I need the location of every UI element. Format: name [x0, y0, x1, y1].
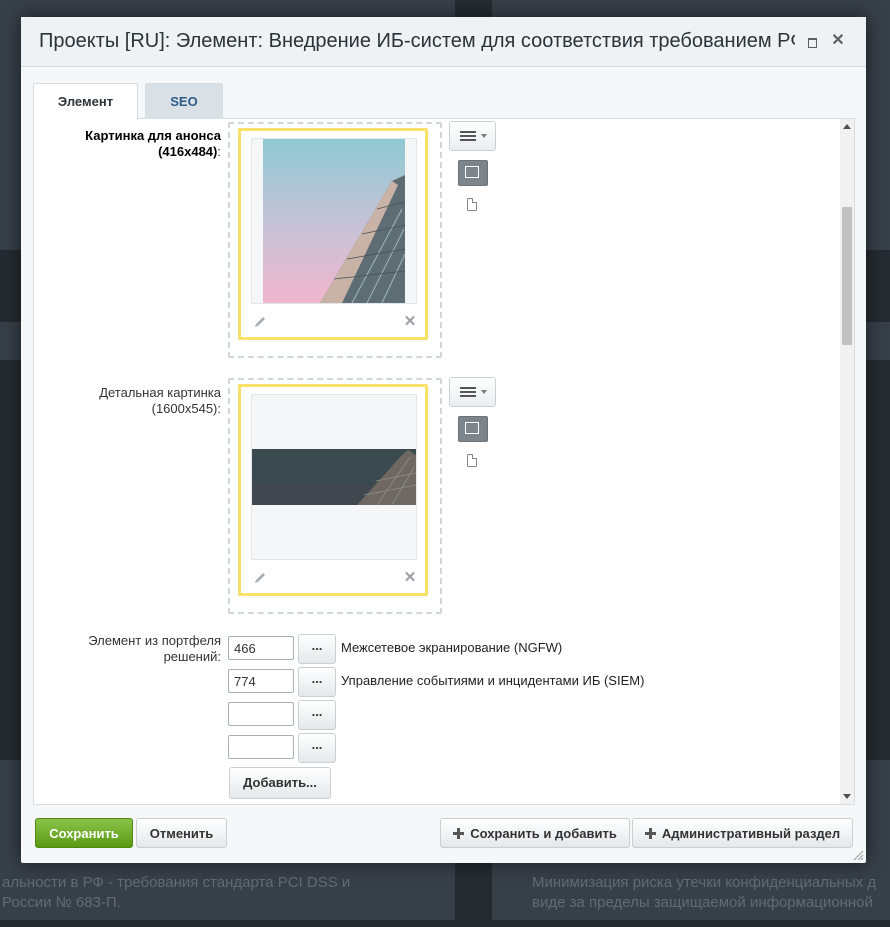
- plus-icon: [644, 828, 656, 839]
- detail-image-thumbnail: [251, 394, 417, 560]
- detail-image-card: ✕: [238, 384, 428, 596]
- cancel-button[interactable]: Отменить: [136, 818, 227, 848]
- portfolio-item-name: Межсетевое экранирование (NGFW): [341, 640, 563, 655]
- preview-image-label-text: Картинка для анонса (416x484): [85, 128, 221, 159]
- maximize-icon[interactable]: [804, 33, 820, 49]
- portfolio-id-input[interactable]: [228, 702, 294, 726]
- preview-image-label: Картинка для анонса (416x484):: [34, 128, 221, 160]
- scrollbar[interactable]: [840, 119, 854, 804]
- scroll-down-arrow-icon[interactable]: [843, 794, 851, 799]
- dialog-title: Проекты [RU]: Элемент: Внедрение ИБ-сист…: [39, 30, 795, 52]
- portfolio-label: Элемент из портфеля решений:: [88, 633, 221, 664]
- preview-image-menu-button[interactable]: [449, 121, 496, 151]
- chevron-down-icon: [481, 134, 487, 138]
- remove-image-icon[interactable]: ✕: [403, 570, 417, 585]
- preview-image-card: ✕: [238, 128, 428, 340]
- admin-section-button[interactable]: Административный раздел: [632, 818, 853, 848]
- portfolio-browse-button[interactable]: ...: [298, 700, 336, 730]
- edit-pencil-icon[interactable]: [253, 571, 267, 585]
- menu-bars-icon: [460, 131, 476, 141]
- save-button[interactable]: Сохранить: [35, 818, 133, 848]
- portfolio-id-input[interactable]: [228, 636, 294, 660]
- portfolio-item-name: Управление событиями и инцидентами ИБ (S…: [341, 673, 645, 688]
- file-mode-icon[interactable]: [467, 198, 477, 211]
- menu-bars-icon: [460, 387, 476, 397]
- image-mode-button[interactable]: [458, 160, 488, 186]
- form-panel: Картинка для анонса (416x484): ✕ Детальн…: [33, 118, 855, 805]
- portfolio-browse-button[interactable]: ...: [298, 634, 336, 664]
- detail-image-dropzone[interactable]: ✕: [228, 378, 442, 614]
- preview-image-dropzone[interactable]: ✕: [228, 122, 442, 358]
- building-photo-portrait: [263, 139, 406, 303]
- image-icon: [465, 166, 479, 178]
- scroll-up-arrow-icon[interactable]: [843, 124, 851, 129]
- scrollbar-thumb[interactable]: [842, 207, 852, 345]
- detail-image-menu-button[interactable]: [449, 377, 496, 407]
- file-mode-icon[interactable]: [467, 454, 477, 467]
- close-icon[interactable]: ✕: [830, 33, 846, 49]
- admin-section-label: Административный раздел: [661, 826, 841, 841]
- portfolio-browse-button[interactable]: ...: [298, 733, 336, 763]
- preview-image-label-colon: :: [217, 144, 221, 159]
- image-icon: [465, 422, 479, 434]
- tab-seo[interactable]: SEO: [145, 83, 223, 119]
- remove-image-icon[interactable]: ✕: [403, 314, 417, 329]
- add-portfolio-item-button[interactable]: Добавить...: [229, 767, 331, 799]
- edit-pencil-icon[interactable]: [253, 315, 267, 329]
- dialog-header: Проекты [RU]: Элемент: Внедрение ИБ-сист…: [21, 17, 866, 67]
- resize-grip-icon[interactable]: [852, 849, 864, 861]
- save-and-add-label: Сохранить и добавить: [470, 826, 617, 841]
- preview-image-thumbnail: [251, 138, 417, 304]
- chevron-down-icon: [481, 390, 487, 394]
- image-mode-button[interactable]: [458, 416, 488, 442]
- tab-element[interactable]: Элемент: [33, 83, 138, 120]
- plus-icon: [453, 828, 465, 839]
- detail-image-label: Детальная картинка (1600x545):: [99, 385, 221, 416]
- portfolio-id-input[interactable]: [228, 735, 294, 759]
- portfolio-browse-button[interactable]: ...: [298, 667, 336, 697]
- edit-element-dialog: Проекты [RU]: Элемент: Внедрение ИБ-сист…: [21, 17, 866, 863]
- save-and-add-button[interactable]: Сохранить и добавить: [440, 818, 630, 848]
- portfolio-id-input[interactable]: [228, 669, 294, 693]
- building-photo-wide: [252, 449, 416, 506]
